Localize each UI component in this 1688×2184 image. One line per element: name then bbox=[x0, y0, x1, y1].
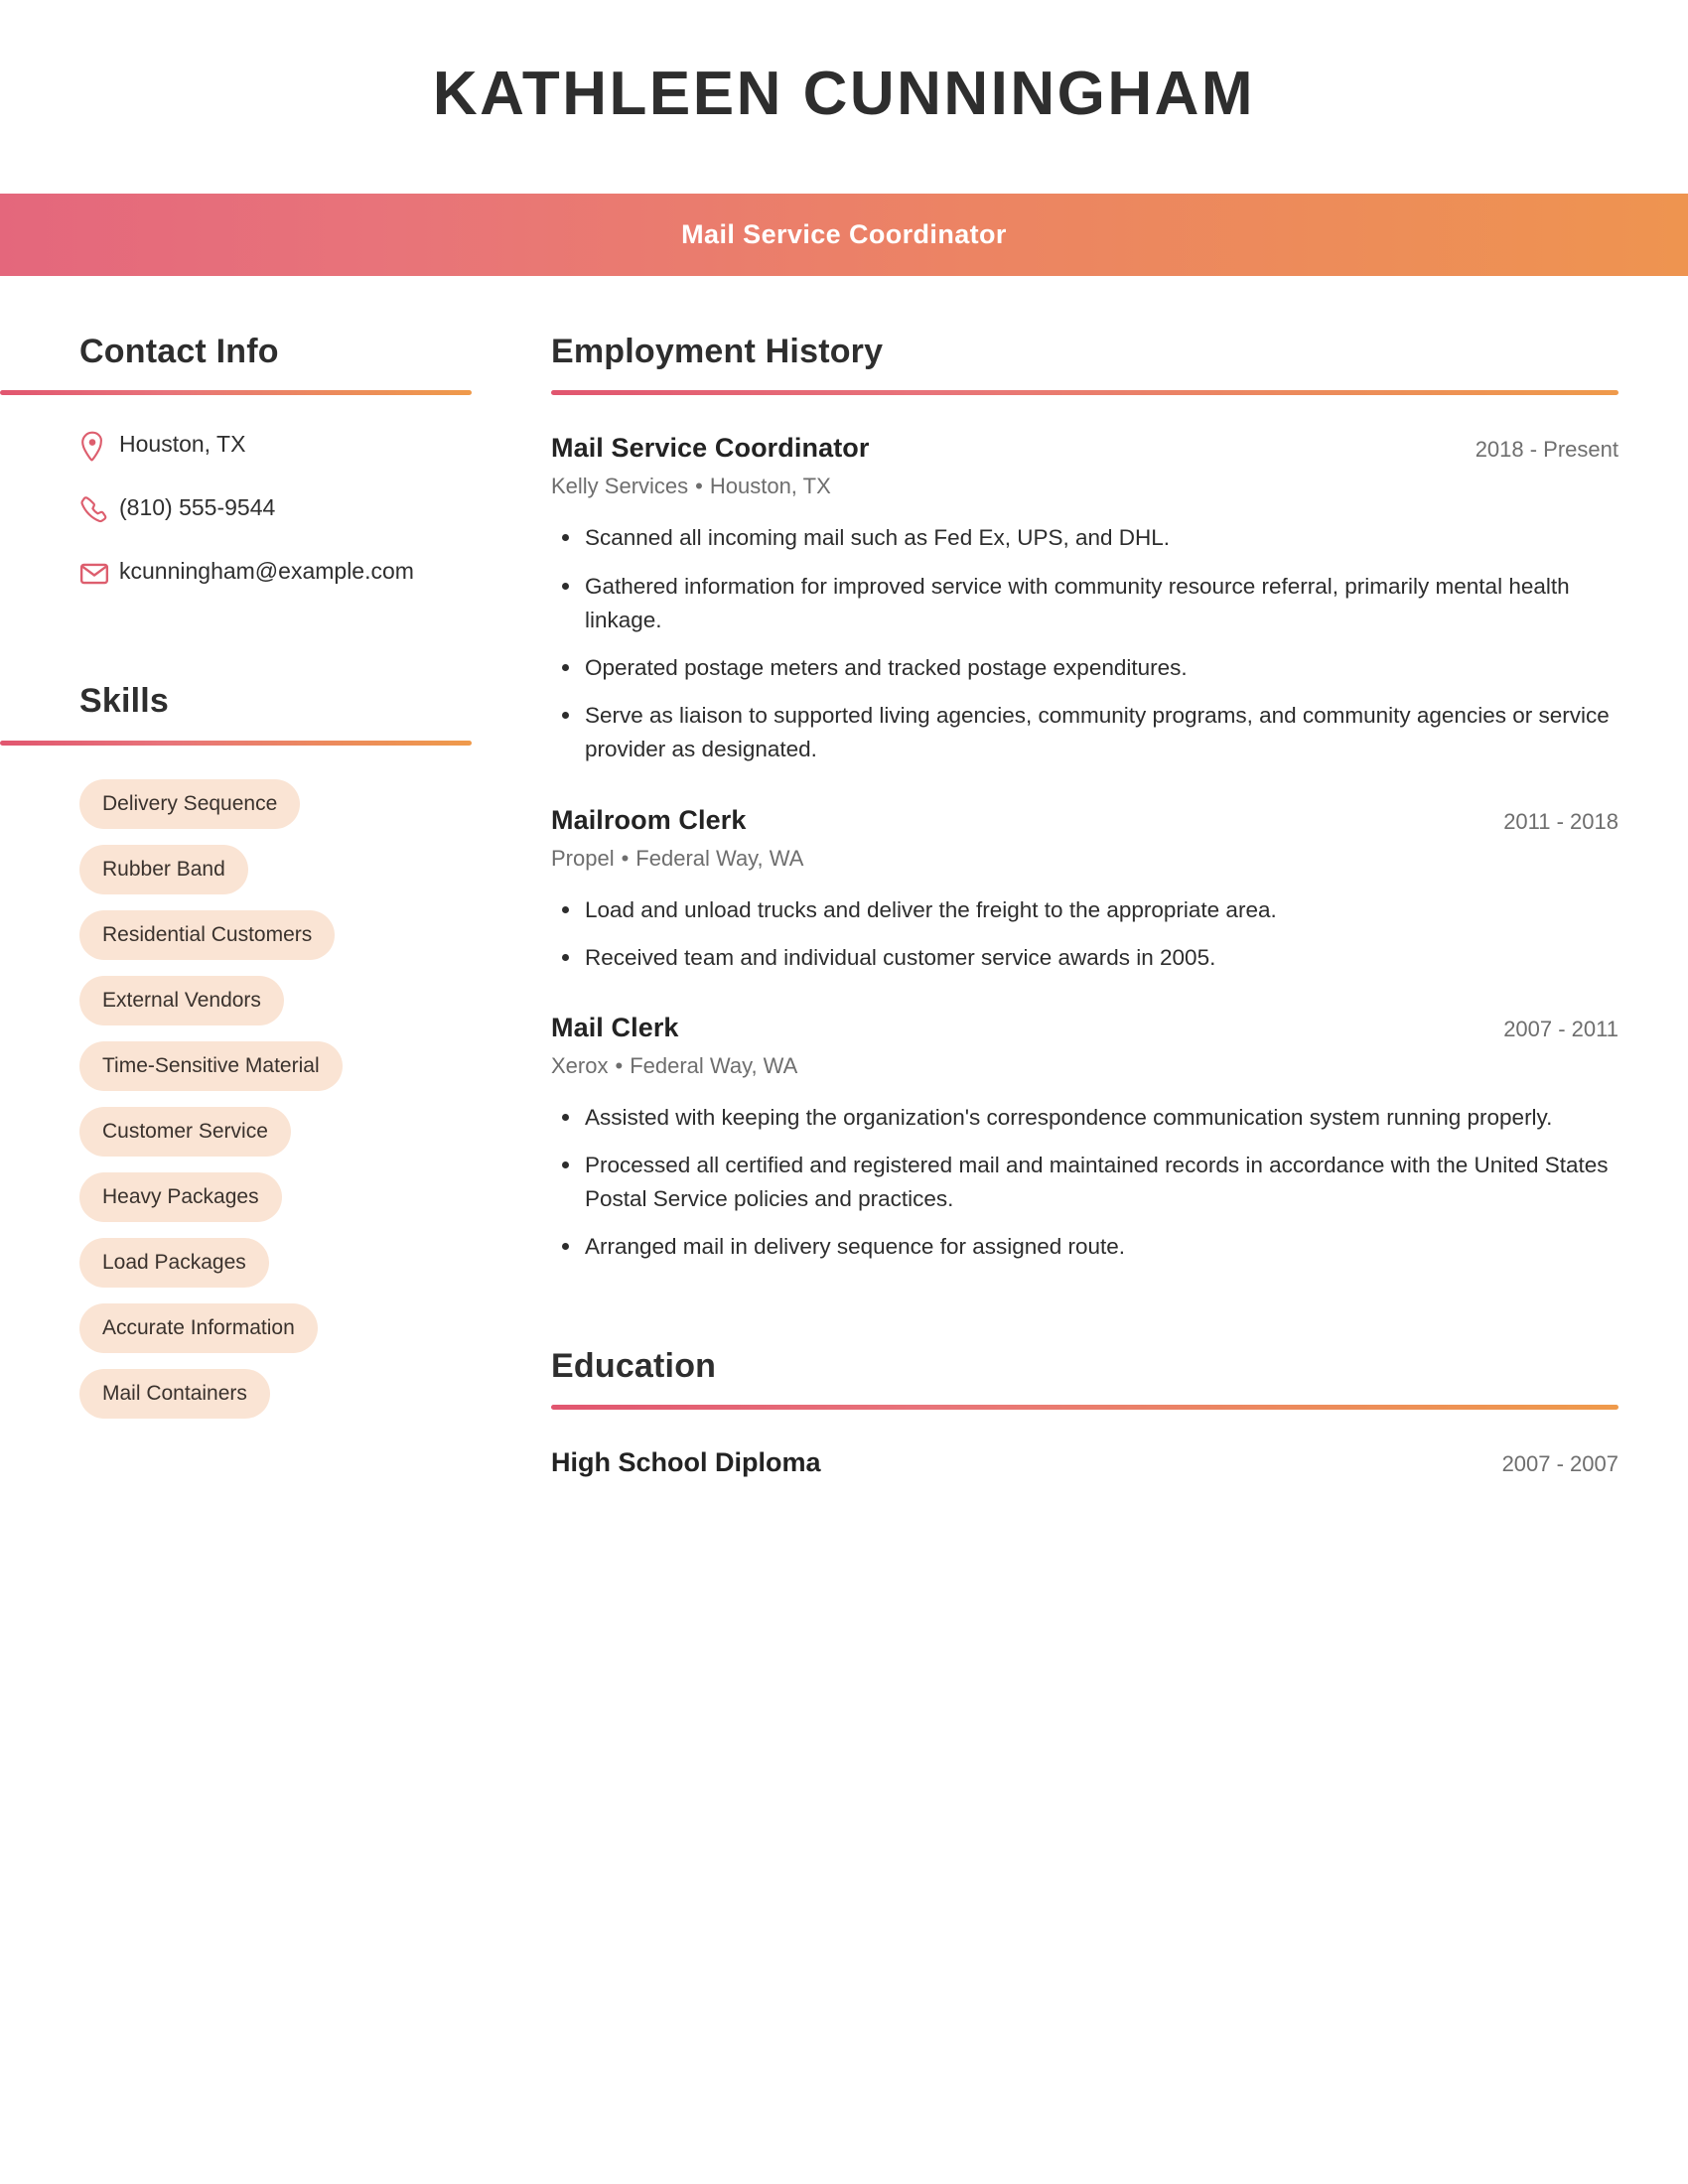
job-company-location: Propel • Federal Way, WA bbox=[551, 846, 1618, 872]
job-role: Mail Clerk bbox=[551, 1012, 679, 1042]
job-location: Federal Way, WA bbox=[635, 845, 804, 871]
job-bullet: Arranged mail in delivery sequence for a… bbox=[551, 1230, 1618, 1264]
education-degree: High School Diploma bbox=[551, 1447, 821, 1478]
skills-divider bbox=[0, 740, 472, 746]
sidebar-column: Contact Info Houston, TX (810) 555-9544 … bbox=[0, 333, 551, 1434]
contact-info-heading: Contact Info bbox=[79, 333, 279, 370]
job-company: Kelly Services bbox=[551, 474, 689, 499]
job-bullet-list: Assisted with keeping the organization's… bbox=[551, 1101, 1618, 1265]
job-header: Mailroom Clerk 2011 - 2018 bbox=[551, 805, 1618, 836]
contact-info-divider bbox=[0, 390, 472, 396]
header-name-block: KATHLEEN CUNNINGHAM bbox=[0, 0, 1688, 194]
job-bullet: Assisted with keeping the organization's… bbox=[551, 1101, 1618, 1135]
employment-history-divider bbox=[551, 390, 1618, 396]
job-dates: 2018 - Present bbox=[1475, 437, 1618, 463]
phone-icon bbox=[79, 492, 119, 526]
skills-section: Skills Delivery Sequence Rubber Band Res… bbox=[0, 682, 551, 1434]
resume-body: Contact Info Houston, TX (810) 555-9544 … bbox=[0, 276, 1688, 1478]
job-company: Xerox bbox=[551, 1052, 609, 1078]
skill-pill[interactable]: Mail Containers bbox=[79, 1368, 270, 1419]
skills-heading: Skills bbox=[79, 682, 170, 721]
envelope-icon bbox=[79, 556, 119, 590]
job-bullet: Operated postage meters and tracked post… bbox=[551, 651, 1618, 685]
skill-pill[interactable]: Customer Service bbox=[79, 1106, 291, 1157]
job-bullet: Load and unload trucks and deliver the f… bbox=[551, 893, 1618, 927]
contact-location-value: Houston, TX bbox=[119, 431, 246, 458]
skill-pill[interactable]: Accurate Information bbox=[79, 1302, 318, 1353]
employment-history-heading: Employment History bbox=[551, 333, 884, 370]
skill-pill[interactable]: Heavy Packages bbox=[79, 1171, 282, 1222]
job-location: Houston, TX bbox=[709, 474, 831, 499]
header-title-bar: Mail Service Coordinator bbox=[0, 194, 1688, 276]
skill-pill[interactable]: Residential Customers bbox=[79, 909, 336, 960]
main-column: Employment History Mail Service Coordina… bbox=[551, 333, 1688, 1478]
skill-pill[interactable]: Time-Sensitive Material bbox=[79, 1040, 343, 1091]
skills-list: Delivery Sequence Rubber Band Residentia… bbox=[79, 778, 551, 1434]
contact-email-value: kcunningham@example.com bbox=[119, 558, 414, 585]
job-bullet-list: Scanned all incoming mail such as Fed Ex… bbox=[551, 521, 1618, 766]
job-bullet-list: Load and unload trucks and deliver the f… bbox=[551, 893, 1618, 975]
education-section: Education High School Diploma 2007 - 200… bbox=[551, 1346, 1618, 1478]
resume-page: KATHLEEN CUNNINGHAM Mail Service Coordin… bbox=[0, 0, 1688, 2184]
education-entry: High School Diploma 2007 - 2007 bbox=[551, 1447, 1618, 1478]
job-bullet: Received team and individual customer se… bbox=[551, 941, 1618, 975]
job-bullet: Processed all certified and registered m… bbox=[551, 1149, 1618, 1216]
education-heading: Education bbox=[551, 1346, 717, 1385]
job-company-location: Kelly Services • Houston, TX bbox=[551, 474, 1618, 499]
contact-item-phone[interactable]: (810) 555-9544 bbox=[79, 492, 551, 526]
job-company: Propel bbox=[551, 845, 615, 871]
job-location: Federal Way, WA bbox=[630, 1052, 798, 1078]
job-dates: 2011 - 2018 bbox=[1503, 808, 1618, 834]
location-pin-icon bbox=[79, 429, 119, 463]
meta-separator: • bbox=[615, 1052, 624, 1078]
employment-history-section: Employment History Mail Service Coordina… bbox=[551, 333, 1618, 1265]
job-dates: 2007 - 2011 bbox=[1503, 1016, 1618, 1041]
contact-info-section: Contact Info Houston, TX (810) 555-9544 … bbox=[0, 333, 551, 590]
job-entry: Mail Service Coordinator 2018 - Present … bbox=[551, 433, 1618, 766]
skill-pill[interactable]: Delivery Sequence bbox=[79, 778, 301, 829]
contact-item-location[interactable]: Houston, TX bbox=[79, 429, 551, 463]
job-entry: Mail Clerk 2007 - 2011 Xerox • Federal Way… bbox=[551, 1013, 1618, 1265]
job-bullet: Gathered information for improved servic… bbox=[551, 570, 1618, 637]
job-header: Mail Clerk 2007 - 2011 bbox=[551, 1013, 1618, 1043]
meta-separator: • bbox=[695, 474, 703, 499]
job-role: Mail Service Coordinator bbox=[551, 433, 870, 464]
education-divider bbox=[551, 1405, 1618, 1411]
skill-pill[interactable]: Load Packages bbox=[79, 1237, 269, 1288]
contact-item-email[interactable]: kcunningham@example.com bbox=[79, 556, 551, 590]
job-bullet: Serve as liaison to supported living age… bbox=[551, 699, 1618, 766]
job-company-location: Xerox • Federal Way, WA bbox=[551, 1053, 1618, 1079]
meta-separator: • bbox=[621, 845, 630, 871]
skill-pill[interactable]: External Vendors bbox=[79, 975, 284, 1025]
job-header: Mail Service Coordinator 2018 - Present bbox=[551, 433, 1618, 464]
candidate-name: KATHLEEN CUNNINGHAM bbox=[432, 60, 1256, 128]
education-dates: 2007 - 2007 bbox=[1501, 1451, 1618, 1477]
contact-list: Houston, TX (810) 555-9544 kcunningham@e… bbox=[79, 429, 551, 590]
job-bullet: Scanned all incoming mail such as Fed Ex… bbox=[551, 521, 1618, 555]
candidate-job-title: Mail Service Coordinator bbox=[681, 219, 1007, 249]
skill-pill[interactable]: Rubber Band bbox=[79, 844, 248, 894]
contact-phone-value: (810) 555-9544 bbox=[119, 494, 276, 521]
job-entry: Mailroom Clerk 2011 - 2018 Propel • Federa… bbox=[551, 805, 1618, 975]
job-role: Mailroom Clerk bbox=[551, 804, 747, 835]
